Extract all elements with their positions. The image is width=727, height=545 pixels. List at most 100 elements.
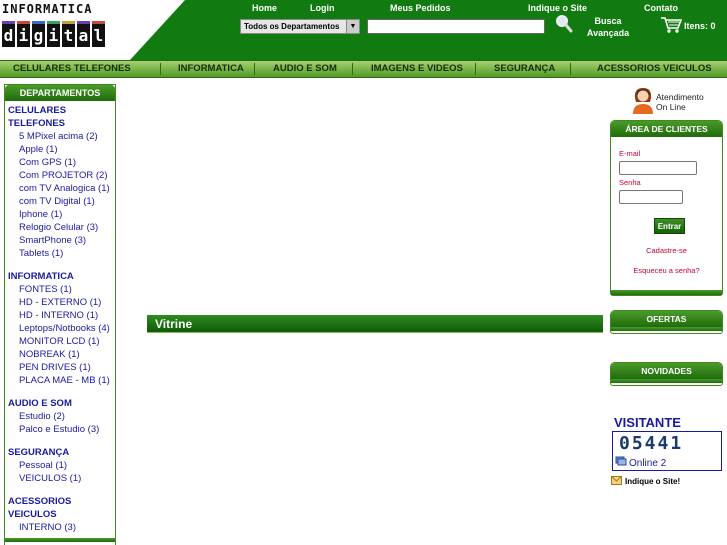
sidebar-footer-bar (5, 538, 115, 542)
category-title-line: ACESSORIOS (8, 496, 72, 507)
menu-divider (570, 63, 571, 75)
client-area-title: ÁREA DE CLIENTES (611, 121, 722, 137)
list-item[interactable]: Leptops/Notbooks (4) (5, 322, 115, 335)
mail-icon (611, 476, 622, 485)
panel-footer-bar (611, 290, 722, 295)
list-item[interactable]: Iphone (1) (5, 208, 115, 221)
offers-panel: OFERTAS (610, 310, 723, 334)
menu-imagens-e-videos[interactable]: IMAGENS E VIDEOS (371, 63, 463, 74)
list-item[interactable]: Estudio (2) (5, 410, 115, 423)
menu-divider (160, 63, 161, 75)
list-item[interactable]: com TV Digital (1) (5, 195, 115, 208)
site-logo[interactable]: INFORMATICA d i g i t a l (2, 3, 128, 55)
menu-audio-e-som[interactable]: AUDIO E SOM (273, 63, 337, 74)
category-title-informatica[interactable]: INFORMATICA (5, 270, 115, 283)
list-item[interactable]: 5 MPixel acima (2) (5, 130, 115, 143)
nav-home[interactable]: Home (252, 3, 277, 13)
list-item[interactable]: PLACA MAE - MB (1) (5, 374, 115, 387)
panel-footer-bar (611, 327, 722, 331)
logo-tile: g (32, 21, 45, 47)
category-menu-bar: CELULARES TELEFONES INFORMATICA AUDIO E … (0, 60, 727, 78)
menu-divider (352, 63, 353, 75)
sidebar-title: DEPARTAMENTOS (5, 85, 115, 101)
support-label: Atendimento On Line (656, 92, 704, 112)
category-title-audio-e-som[interactable]: AUDIO E SOM (5, 397, 115, 410)
logo-tile: l (92, 21, 105, 47)
users-online-icon (615, 456, 627, 466)
chevron-down-icon[interactable]: ▼ (346, 20, 359, 33)
offers-title[interactable]: OFERTAS (611, 311, 722, 327)
category-title-line: VEICULOS (8, 509, 57, 520)
busca-line1: Busca (594, 16, 622, 26)
menu-seguranca[interactable]: SEGURANÇA (494, 63, 555, 74)
support-agent-icon (633, 88, 653, 114)
online-count: Online 2 (629, 458, 667, 469)
email-label: E-mail (619, 149, 641, 158)
news-panel: NOVIDADES (610, 362, 723, 386)
category-title-seguranca[interactable]: SEGURANÇA (5, 446, 115, 459)
news-title[interactable]: NOVIDADES (611, 363, 722, 379)
client-area-panel: ÁREA DE CLIENTES E-mail Senha Entrar Cad… (610, 120, 723, 296)
support-line2: On Line (656, 102, 686, 112)
password-field[interactable] (619, 190, 683, 204)
menu-celulares-telefones[interactable]: CELULARES TELEFONES (13, 63, 131, 74)
nav-indique-o-site[interactable]: Indique o Site (528, 3, 587, 13)
category-gap (5, 387, 115, 397)
visitor-counter: 05441 (619, 433, 684, 454)
list-item[interactable]: SmartPhone (3) (5, 234, 115, 247)
search-input[interactable] (367, 19, 545, 34)
forgot-password-link[interactable]: Esqueceu a senha? (611, 266, 722, 275)
nav-meus-pedidos[interactable]: Meus Pedidos (390, 3, 451, 13)
list-item[interactable]: com TV Analogica (1) (5, 182, 115, 195)
register-link[interactable]: Cadastre-se (611, 246, 722, 255)
list-item[interactable]: Pessoal (1) (5, 459, 115, 472)
list-item[interactable]: FONTES (1) (5, 283, 115, 296)
logo-tile: i (17, 21, 30, 47)
cart-icon[interactable] (660, 16, 682, 34)
list-item[interactable]: MONITOR LCD (1) (5, 335, 115, 348)
login-button[interactable]: Entrar (654, 218, 685, 234)
menu-divider (475, 63, 476, 75)
list-item[interactable]: Relogio Celular (3) (5, 221, 115, 234)
online-support[interactable]: Atendimento On Line (632, 86, 727, 116)
department-select[interactable]: Todos os Departamentos ▼ (240, 19, 360, 34)
category-gap (5, 260, 115, 270)
panel-footer-bar (611, 379, 722, 383)
list-item[interactable]: VEICULOS (1) (5, 472, 115, 485)
category-title-line: TELEFONES (8, 118, 66, 129)
category-gap (5, 485, 115, 495)
cart-items-label[interactable]: Itens: 0 (684, 21, 716, 31)
visitor-title: VISITANTE (614, 415, 681, 430)
nav-login[interactable]: Login (310, 3, 335, 13)
list-item[interactable]: Com PROJETOR (2) (5, 169, 115, 182)
logo-tile: t (62, 21, 75, 47)
search-icon[interactable] (555, 14, 573, 34)
advanced-search-link[interactable]: Busca Avançada (583, 15, 633, 39)
list-item[interactable]: Apple (1) (5, 143, 115, 156)
list-item[interactable]: HD - INTERNO (1) (5, 309, 115, 322)
list-item[interactable]: Com GPS (1) (5, 156, 115, 169)
visitor-counter-box: 05441 Online 2 (612, 431, 722, 471)
list-item[interactable]: HD - EXTERNO (1) (5, 296, 115, 309)
menu-divider (254, 63, 255, 75)
menu-acessorios-veiculos[interactable]: ACESSORIOS VEICULOS (597, 63, 712, 74)
header: INFORMATICA d i g i t a l Home Login Meu… (0, 0, 727, 60)
list-item[interactable]: INTERNO (3) (5, 521, 115, 534)
logo-tiles: d i g i t a l (2, 21, 128, 47)
vitrine-header: Vitrine (147, 315, 603, 333)
list-item[interactable]: Tablets (1) (5, 247, 115, 260)
recommend-site-link[interactable]: Indique o Site! (625, 477, 680, 486)
support-line1: Atendimento (656, 92, 704, 102)
logo-word: INFORMATICA (2, 2, 93, 16)
list-item[interactable]: PEN DRIVES (1) (5, 361, 115, 374)
email-field[interactable] (619, 161, 697, 175)
category-title-acessorios-veiculos[interactable]: ACESSORIOS VEICULOS (5, 495, 115, 521)
departments-sidebar: DEPARTAMENTOS CELULARES TELEFONES 5 MPix… (4, 84, 116, 545)
category-title-line: CELULARES (8, 105, 67, 116)
category-title-celulares[interactable]: CELULARES TELEFONES (5, 104, 115, 130)
nav-contato[interactable]: Contato (644, 3, 678, 13)
list-item[interactable]: Palco e Estudio (3) (5, 423, 115, 436)
category-gap (5, 436, 115, 446)
menu-informatica[interactable]: INFORMATICA (178, 63, 244, 74)
list-item[interactable]: NOBREAK (1) (5, 348, 115, 361)
